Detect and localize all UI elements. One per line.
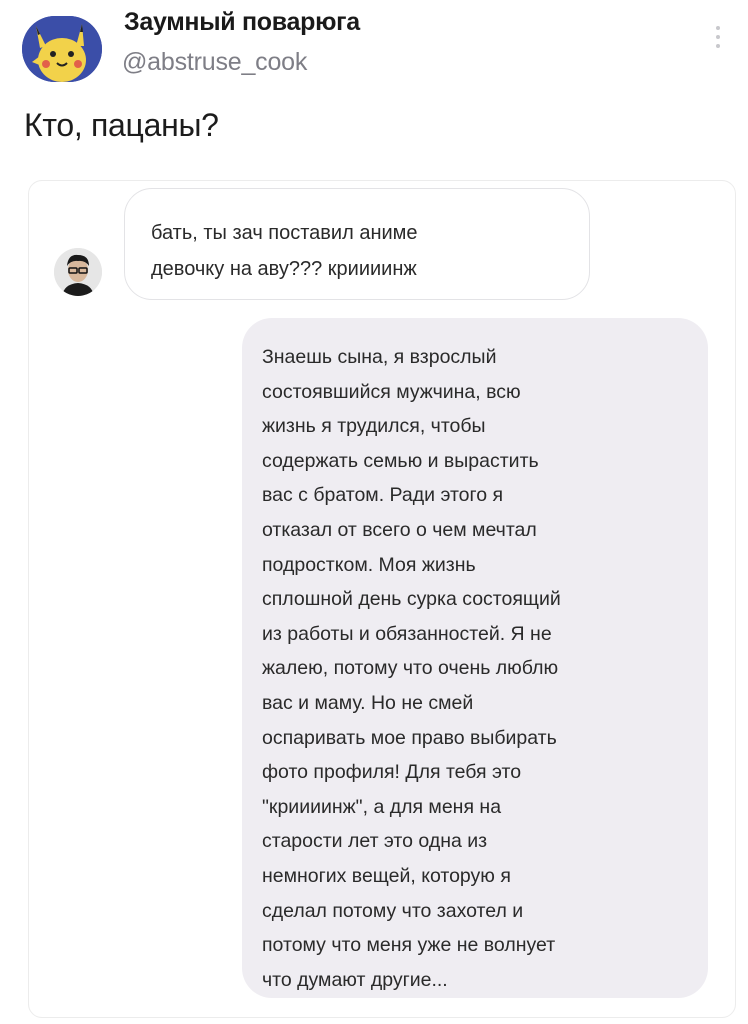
incoming-message-text: бать, ты зач поставил аниме девочку на а… bbox=[151, 222, 418, 280]
friend-avatar bbox=[54, 248, 102, 296]
incoming-message-bubble: бать, ты зач поставил аниме девочку на а… bbox=[124, 188, 590, 300]
pikachu-avatar-icon bbox=[22, 16, 102, 82]
user-avatar-icon bbox=[54, 248, 102, 296]
author-name[interactable]: Заумный поварюга bbox=[124, 8, 360, 37]
author-avatar[interactable] bbox=[22, 16, 102, 82]
outgoing-message-text: Знаешь сына, я взрослый состоявшийся муж… bbox=[262, 346, 561, 991]
outgoing-message-bubble: Знаешь сына, я взрослый состоявшийся муж… bbox=[242, 318, 708, 998]
author-handle[interactable]: @abstruse_cook bbox=[122, 48, 307, 77]
more-vertical-icon[interactable] bbox=[708, 22, 728, 52]
post-header: Заумный поварюга @abstruse_cook bbox=[0, 0, 748, 100]
post-text: Кто, пацаны? bbox=[24, 107, 219, 143]
